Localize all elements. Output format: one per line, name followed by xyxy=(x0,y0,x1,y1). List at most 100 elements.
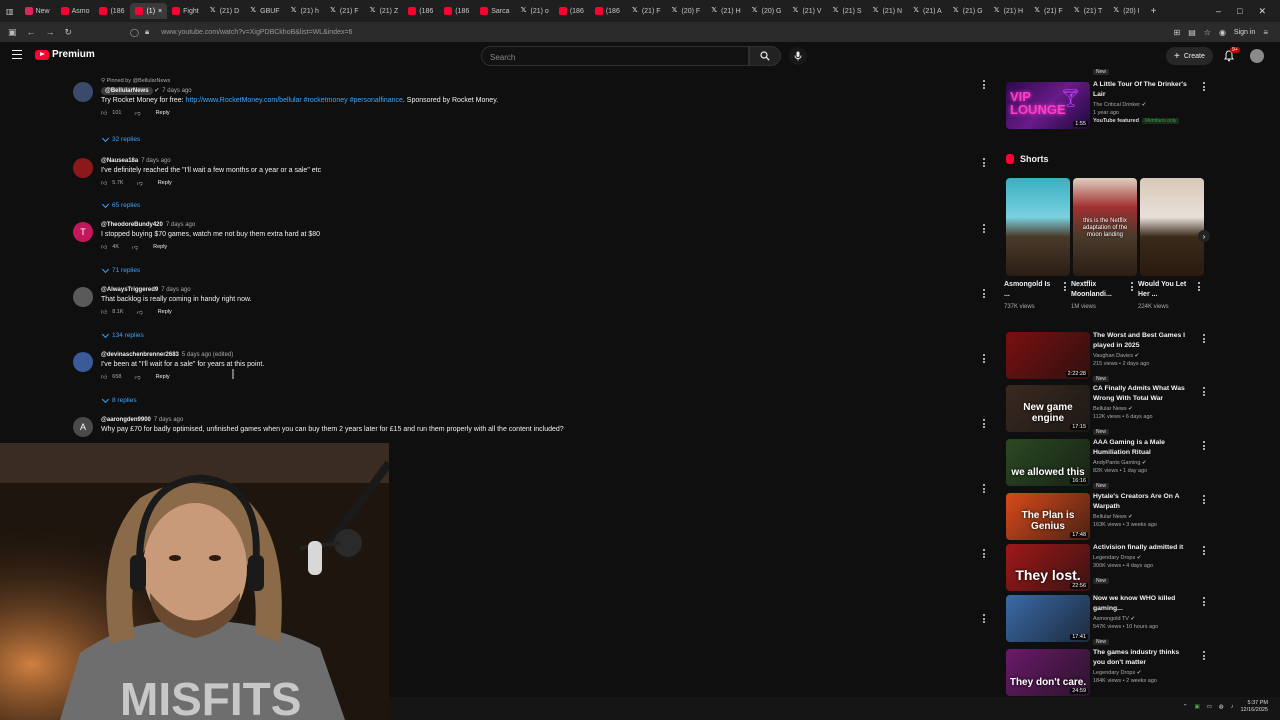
dislike-thumb-icon[interactable]: 👎︎ xyxy=(137,308,143,316)
dislike-thumb-icon[interactable]: 👎︎ xyxy=(134,373,140,381)
channel-name[interactable]: The Critical Drinker ✔ xyxy=(1093,102,1193,108)
video-title[interactable]: Now we know WHO killed gaming... xyxy=(1093,594,1193,614)
tab-actions-icon[interactable]: ▥ xyxy=(0,7,20,16)
more-actions-icon[interactable] xyxy=(982,484,986,494)
video-title[interactable]: Hytale's Creators Are On A Warpath xyxy=(1093,492,1193,512)
new-tab-icon[interactable]: + xyxy=(1145,6,1163,17)
short-title[interactable]: Would You Let Her ... xyxy=(1138,280,1190,300)
browser-tab[interactable]: 𝕏 (20) G xyxy=(746,3,787,19)
commenter-handle[interactable]: @aarongden9900 xyxy=(101,417,151,423)
video-title[interactable]: The Worst and Best Games I played in 202… xyxy=(1093,331,1193,351)
browser-tab[interactable]: 𝕏 (21) Z xyxy=(364,3,404,19)
clock[interactable]: 5:37 PM 12/16/2025 xyxy=(1240,700,1268,714)
like-thumb-icon[interactable]: 👍︎ xyxy=(101,308,107,316)
video-thumbnail[interactable]: The Plan is Genius 17:48 xyxy=(1006,493,1090,540)
like-thumb-icon[interactable]: 👍︎ xyxy=(101,179,107,187)
like-thumb-icon[interactable]: 👍︎ xyxy=(101,109,107,117)
more-actions-icon[interactable] xyxy=(1202,651,1206,661)
view-replies-button[interactable]: 32 replies xyxy=(101,134,140,143)
view-replies-button[interactable]: 65 replies xyxy=(101,200,140,209)
channel-name[interactable]: Bellular News ✔ xyxy=(1093,406,1193,412)
browser-tab[interactable]: 𝕏 (21) H xyxy=(988,3,1028,19)
browser-tab[interactable]: 𝕏 (21) A xyxy=(907,3,947,19)
browser-tab[interactable]: 𝕏 GBUF xyxy=(244,3,284,19)
more-actions-icon[interactable] xyxy=(1063,282,1067,292)
reply-button[interactable]: Reply xyxy=(158,180,172,186)
shield-icon[interactable]: ◯ xyxy=(130,28,139,37)
commenter-handle[interactable]: @AlwaysTriggered9 xyxy=(101,287,158,293)
related-video-item[interactable]: 17:41 Now we know WHO killed gaming... Asm… xyxy=(1006,595,1216,647)
browser-tab[interactable]: 𝕏 (21) F xyxy=(626,3,666,19)
screenshot-icon[interactable]: ⊞ xyxy=(1174,28,1181,37)
refresh-icon[interactable]: ↻ xyxy=(65,27,73,38)
minimize-icon[interactable]: – xyxy=(1216,6,1221,17)
browser-tab[interactable]: 𝕏 (21) N xyxy=(867,3,907,19)
channel-name[interactable]: Vaughan Davies ✔ xyxy=(1093,353,1193,359)
hamburger-menu-icon[interactable] xyxy=(12,50,22,59)
more-actions-icon[interactable] xyxy=(1202,546,1206,556)
create-button[interactable]: + Create xyxy=(1166,47,1213,65)
commenter-handle[interactable]: @Nausea18a xyxy=(101,158,138,164)
commenter-avatar[interactable]: T xyxy=(73,222,93,242)
short-title[interactable]: Nextflix Moonlandi... xyxy=(1071,280,1123,300)
menu-icon[interactable]: ≡ xyxy=(1263,28,1268,37)
video-thumbnail[interactable]: They don't care. 24:59 xyxy=(1006,649,1090,696)
browser-tab[interactable]: 𝕏 (20) I xyxy=(1107,3,1144,19)
channel-name[interactable]: Asmongold TV ✔ xyxy=(1093,616,1193,622)
commenter-avatar[interactable] xyxy=(73,287,93,307)
more-actions-icon[interactable] xyxy=(982,289,986,299)
related-video-item[interactable]: 2:22:28 The Worst and Best Games I played… xyxy=(1006,332,1216,384)
related-video-item[interactable]: They don't care. 24:59 The games industry … xyxy=(1006,649,1216,701)
video-title[interactable]: Activision finally admitted it xyxy=(1093,543,1193,553)
more-actions-icon[interactable] xyxy=(1202,495,1206,505)
comment-time[interactable]: 7 days ago xyxy=(141,158,170,164)
search-button[interactable] xyxy=(749,46,781,66)
video-title[interactable]: The games industry thinks you don't matt… xyxy=(1093,648,1193,668)
browser-tab[interactable]: (186 xyxy=(590,3,626,19)
tray-chevron-icon[interactable]: ⌃ xyxy=(1183,704,1188,710)
related-video-item[interactable]: They lost. 22:56 Activision finally admitt… xyxy=(1006,544,1216,596)
user-avatar[interactable] xyxy=(1250,49,1264,63)
reply-button[interactable]: Reply xyxy=(153,244,167,250)
video-title[interactable]: AAA Gaming is a Male Humiliation Ritual xyxy=(1093,438,1193,458)
more-actions-icon[interactable] xyxy=(1202,82,1206,92)
short-thumbnail[interactable]: this is the Netflix adaptation of the mo… xyxy=(1073,178,1137,276)
channel-name[interactable]: Legendary Drops ✔ xyxy=(1093,555,1193,561)
bookmark-star-icon[interactable]: ☆ xyxy=(1204,28,1211,37)
comment-time[interactable]: 7 days ago xyxy=(166,222,195,228)
shorts-next-button[interactable]: › xyxy=(1198,230,1210,242)
more-actions-icon[interactable] xyxy=(1197,282,1201,292)
sidebar-toggle-icon[interactable]: ▣ xyxy=(8,27,17,38)
close-tab-icon[interactable]: × xyxy=(158,8,162,15)
browser-tab[interactable]: 𝕏 (21) H xyxy=(705,3,745,19)
related-video-item[interactable]: New VIP LOUNGE 🍸︎ 1:55 A Little Tour Of The … xyxy=(1006,69,1216,134)
browser-tab[interactable]: Asmo xyxy=(56,3,95,19)
browser-tab[interactable]: 𝕏 (20) F xyxy=(666,3,706,19)
video-thumbnail[interactable]: New game engine 17:15 xyxy=(1006,385,1090,432)
network-icon[interactable]: ◍ xyxy=(1219,704,1224,710)
view-replies-button[interactable]: 71 replies xyxy=(101,265,140,274)
video-title[interactable]: A Little Tour Of The Drinker's Lair xyxy=(1093,80,1193,100)
voice-search-button[interactable] xyxy=(789,47,807,65)
video-thumbnail[interactable]: 2:22:28 xyxy=(1006,332,1090,379)
short-thumbnail[interactable] xyxy=(1140,178,1204,276)
browser-tab[interactable]: 𝕏 (21) S xyxy=(827,3,867,19)
video-thumbnail[interactable]: 17:41 xyxy=(1006,595,1090,642)
back-icon[interactable]: ← xyxy=(27,27,36,38)
url-text[interactable]: www.youtube.com/watch?v=XigPDBCkhoB&list… xyxy=(161,29,352,36)
more-actions-icon[interactable] xyxy=(1202,441,1206,451)
browser-tab[interactable]: (186 xyxy=(554,3,590,19)
more-actions-icon[interactable] xyxy=(1202,387,1206,397)
video-thumbnail[interactable]: VIP LOUNGE 🍸︎ 1:55 xyxy=(1006,82,1090,129)
view-replies-button[interactable]: 134 replies xyxy=(101,330,144,339)
channel-name[interactable]: AndyPants Gaming ✔ xyxy=(1093,460,1193,466)
short-thumbnail[interactable] xyxy=(1006,178,1070,276)
reply-button[interactable]: Reply xyxy=(156,374,170,380)
more-actions-icon[interactable] xyxy=(982,80,986,90)
browser-tab[interactable]: 𝕏 (21) G xyxy=(947,3,988,19)
reader-icon[interactable]: ▤ xyxy=(1188,28,1196,37)
browser-tab[interactable]: (186 xyxy=(403,3,439,19)
maximize-icon[interactable]: □ xyxy=(1237,6,1242,17)
browser-tab[interactable]: 𝕏 (21) h xyxy=(285,3,324,19)
browser-tab[interactable]: Sarca xyxy=(475,3,514,19)
